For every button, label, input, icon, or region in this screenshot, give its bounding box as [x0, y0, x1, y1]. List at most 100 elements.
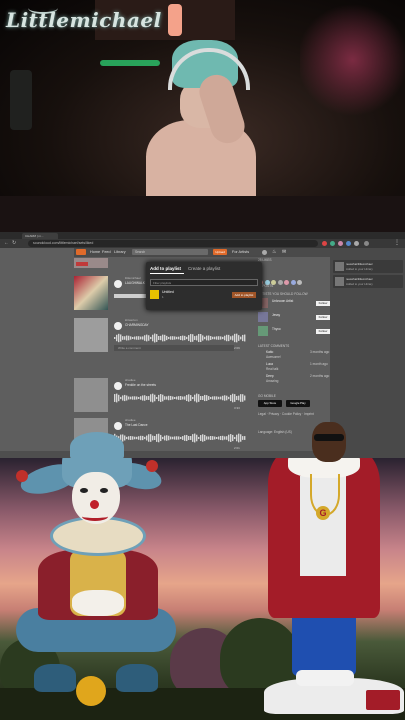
notification-artwork: [335, 262, 344, 271]
comment-time: 3 months ago: [310, 350, 330, 354]
track-artwork[interactable]: [74, 378, 108, 412]
language-selector[interactable]: Language: English (US): [258, 430, 292, 434]
track-duration: 2:01: [234, 446, 240, 450]
track-duration: 3:33: [234, 406, 240, 410]
extension-icon[interactable]: [354, 241, 359, 246]
pendant-logo: G: [316, 506, 330, 520]
clown-pompom: [146, 460, 158, 472]
search-input[interactable]: Search: [132, 249, 208, 255]
clown-nose: [90, 500, 99, 509]
follow-button[interactable]: Follow: [316, 315, 330, 320]
nav-feed[interactable]: Feed: [102, 250, 111, 254]
upload-button[interactable]: Upload: [213, 249, 227, 255]
waveform[interactable]: [114, 433, 246, 443]
track-user[interactable]: shadiee: [125, 378, 136, 382]
notification-artwork: [335, 277, 344, 286]
clown-eye: [80, 488, 88, 493]
bell-icon[interactable]: ♨: [272, 249, 276, 255]
figure-shoes: [296, 670, 354, 686]
comments-header: LATEST COMMENTS: [258, 344, 290, 348]
figure-head: [312, 422, 346, 462]
like-button[interactable]: [76, 262, 88, 266]
green-led-strip: [100, 60, 160, 66]
notification-sub: Added to your Library: [346, 282, 373, 286]
follow-button[interactable]: Follow: [316, 329, 330, 334]
clown-hair-top: [70, 432, 124, 462]
playback-bar[interactable]: [0, 451, 330, 458]
footer-links[interactable]: Legal · Privacy · Cookie Policy · Imprin…: [258, 412, 328, 416]
red-box: [366, 690, 400, 710]
comment-text: Awesome!: [266, 355, 281, 359]
track-title[interactable]: The Last Dance: [125, 423, 148, 427]
artist-name[interactable]: Unknown Artist: [272, 299, 293, 303]
comment-time: 1 month ago: [310, 362, 328, 366]
user-avatar[interactable]: [262, 250, 267, 255]
track-artwork[interactable]: [74, 318, 108, 352]
artist-name[interactable]: Jessy: [272, 313, 280, 317]
golden-ornament: [76, 676, 106, 706]
menu-icon[interactable]: ⋮: [394, 240, 400, 246]
pause-button[interactable]: [114, 322, 122, 330]
back-icon[interactable]: ←: [4, 241, 9, 246]
waveform[interactable]: [114, 333, 246, 343]
soundcloud-logo-icon[interactable]: [76, 249, 86, 255]
comment-user[interactable]: Kaito: [266, 350, 273, 354]
profile-avatar[interactable]: [364, 241, 369, 246]
track-user[interactable]: kirtaszion: [125, 318, 138, 322]
nav-library[interactable]: Library: [114, 250, 126, 254]
filter-playlists-input[interactable]: Filter playlists: [150, 279, 258, 286]
extension-icon[interactable]: [322, 241, 327, 246]
playlist-track-count: 1: [162, 295, 164, 299]
comment-text: Amazing: [266, 379, 279, 383]
clown-boot: [34, 664, 76, 692]
track-title[interactable]: CHARMINGDAY: [125, 323, 149, 327]
liker-avatar[interactable]: [277, 280, 283, 285]
waveform[interactable]: [114, 393, 246, 403]
play-button[interactable]: [114, 382, 122, 390]
add-to-playlist-modal: Add to playlist Create a playlist Filter…: [146, 262, 262, 310]
channel-logo: Littlemichael: [6, 8, 162, 32]
comment-user[interactable]: Luca: [266, 362, 273, 366]
clown-pompom: [16, 470, 28, 482]
extension-icon[interactable]: [338, 241, 343, 246]
add-to-playlist-button[interactable]: Add to playlist: [232, 292, 256, 298]
notification-title: newwhat/littlemichael: [346, 277, 373, 281]
play-button[interactable]: [114, 422, 122, 430]
lamp: [168, 4, 182, 36]
track-duration: 2:09: [234, 346, 240, 350]
artist-avatar[interactable]: [258, 326, 268, 336]
nav-for-artists[interactable]: For Artists: [232, 250, 249, 254]
tab-bar: [0, 232, 405, 239]
follow-button[interactable]: Follow: [316, 301, 330, 306]
liker-avatar[interactable]: [284, 280, 289, 285]
play-button[interactable]: [114, 280, 122, 288]
clown-hands: [72, 590, 124, 616]
nav-home[interactable]: Home: [90, 250, 100, 254]
notification-toast[interactable]: newwhat/littlemichael Added to your Libr…: [333, 275, 403, 288]
notification-toast[interactable]: newwhat/littlemichael Added to your Libr…: [333, 260, 403, 273]
extension-icon[interactable]: [330, 241, 335, 246]
track-user[interactable]: shadiee: [125, 418, 136, 422]
comment-user[interactable]: Deep: [266, 374, 274, 378]
artist-avatar[interactable]: [258, 312, 268, 322]
track-artwork[interactable]: [74, 276, 108, 310]
liker-avatar[interactable]: [297, 280, 302, 285]
app-store-badge[interactable]: App Store: [258, 400, 282, 407]
tab-create-playlist[interactable]: Create a playlist: [188, 266, 220, 271]
guitar-silhouette: [10, 70, 32, 130]
address-bar[interactable]: soundcloud.com/littlemichael/sets/liked: [28, 240, 318, 247]
reload-icon[interactable]: ↻: [12, 241, 17, 246]
background-artwork: G: [0, 458, 405, 720]
track-title[interactable]: LAUGHWALK: [125, 281, 145, 285]
mail-icon[interactable]: ✉: [282, 249, 286, 255]
track-title[interactable]: Freddie on the streets: [125, 383, 156, 387]
clown-boot: [116, 664, 158, 692]
tab-add-to-playlist[interactable]: Add to playlist: [150, 266, 181, 271]
track-user[interactable]: littlemichael: [125, 276, 141, 280]
extension-icon[interactable]: [346, 241, 351, 246]
track-item: shadiee Freddie on the streets 3:33: [74, 378, 252, 416]
comment-input[interactable]: Write a comment: [114, 345, 234, 351]
google-play-badge[interactable]: Google Play: [286, 400, 310, 407]
liker-avatar[interactable]: [290, 280, 296, 285]
artist-name[interactable]: Thyco: [272, 327, 281, 331]
